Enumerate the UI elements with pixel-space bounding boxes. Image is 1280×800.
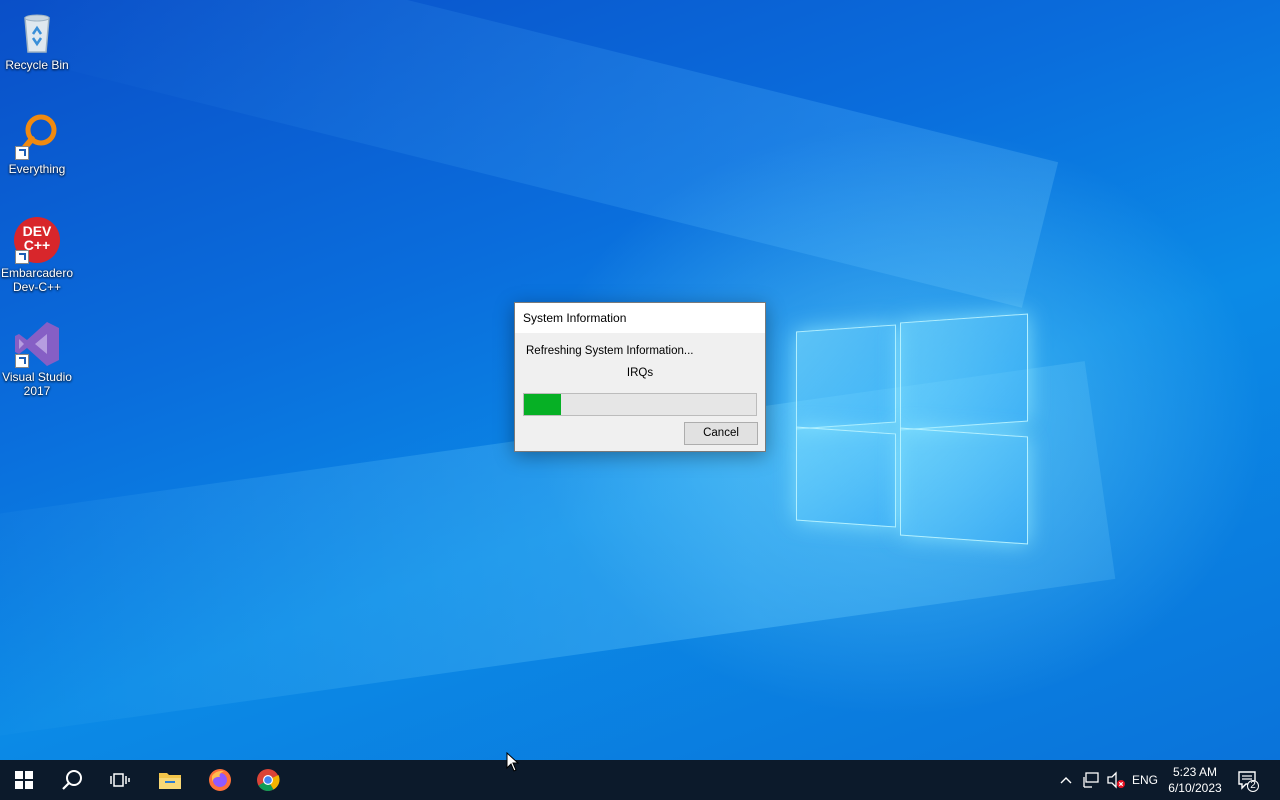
desktop-icon-label-line1: Embarcadero [0,266,74,280]
visual-studio-icon [13,320,61,368]
search-button[interactable] [48,760,96,800]
desktop-icon-everything[interactable]: Everything [0,112,74,176]
network-icon [1083,772,1099,788]
refresh-progress-bar [523,393,757,416]
progress-fill [524,394,562,415]
file-explorer-icon [159,773,181,789]
task-view-button[interactable] [96,760,144,800]
everything-search-icon [13,112,61,160]
desktop-icon-visual-studio[interactable]: Visual Studio 2017 [0,320,74,398]
desktop-icon-label: Recycle Bin [5,58,69,72]
system-information-dialog: System Information Refreshing System Inf… [514,302,766,452]
notification-count: 2 [1250,780,1256,791]
start-icon [15,771,33,789]
clock-date: 6/10/2023 [1168,781,1222,795]
start-button[interactable] [0,760,48,800]
desktop-icon-label-line1: Visual Studio [2,370,72,384]
recycle-bin-icon [13,8,61,56]
chevron-up-icon [1060,777,1072,784]
devcpp-badge-text: DEV C++ [22,223,52,253]
input-language-indicator[interactable]: ENG [1132,773,1158,787]
firefox-icon [209,769,231,791]
desktop-icon-recycle-bin[interactable]: Recycle Bin [0,8,74,72]
chrome-icon [257,769,280,791]
desktop-icon-label-line2: 2017 [23,384,51,398]
wallpaper-beam [12,0,1059,308]
devcpp-icon: DEV C++ [13,216,61,264]
volume-muted-icon [1107,771,1125,789]
task-view-icon [110,773,130,787]
cancel-button[interactable]: Cancel [684,422,758,445]
dialog-message: Refreshing System Information... [526,345,694,357]
pointer-icon [506,751,520,772]
search-icon [62,770,82,790]
show-hidden-icons-button[interactable] [1058,772,1074,788]
desktop-icon-devcpp[interactable]: DEV C++ Embarcadero Dev-C++ [0,216,74,294]
action-center-button[interactable]: 2 [1236,768,1260,792]
shortcut-arrow-icon [15,250,29,264]
network-tray-button[interactable] [1082,771,1100,789]
clock[interactable]: 5:23 AM 6/10/2023 [1160,764,1230,796]
file-explorer-button[interactable] [146,760,194,800]
desktop: Recycle Bin Everything DEV C++ Embarcade… [0,0,1280,760]
dialog-title[interactable]: System Information [515,303,765,333]
desktop-icon-label: Everything [8,162,66,176]
clock-time: 5:23 AM [1172,765,1218,779]
shortcut-arrow-icon [15,354,29,368]
volume-tray-button[interactable] [1106,771,1126,789]
taskbar: ENG 5:23 AM 6/10/2023 2 [0,760,1280,800]
dialog-current-item: IRQs [626,367,654,379]
firefox-button[interactable] [196,760,244,800]
shortcut-arrow-icon [15,146,29,160]
chrome-button[interactable] [244,760,292,800]
windows-logo-wallpaper [796,310,1028,546]
desktop-icon-label-line2: Dev-C++ [12,280,62,294]
